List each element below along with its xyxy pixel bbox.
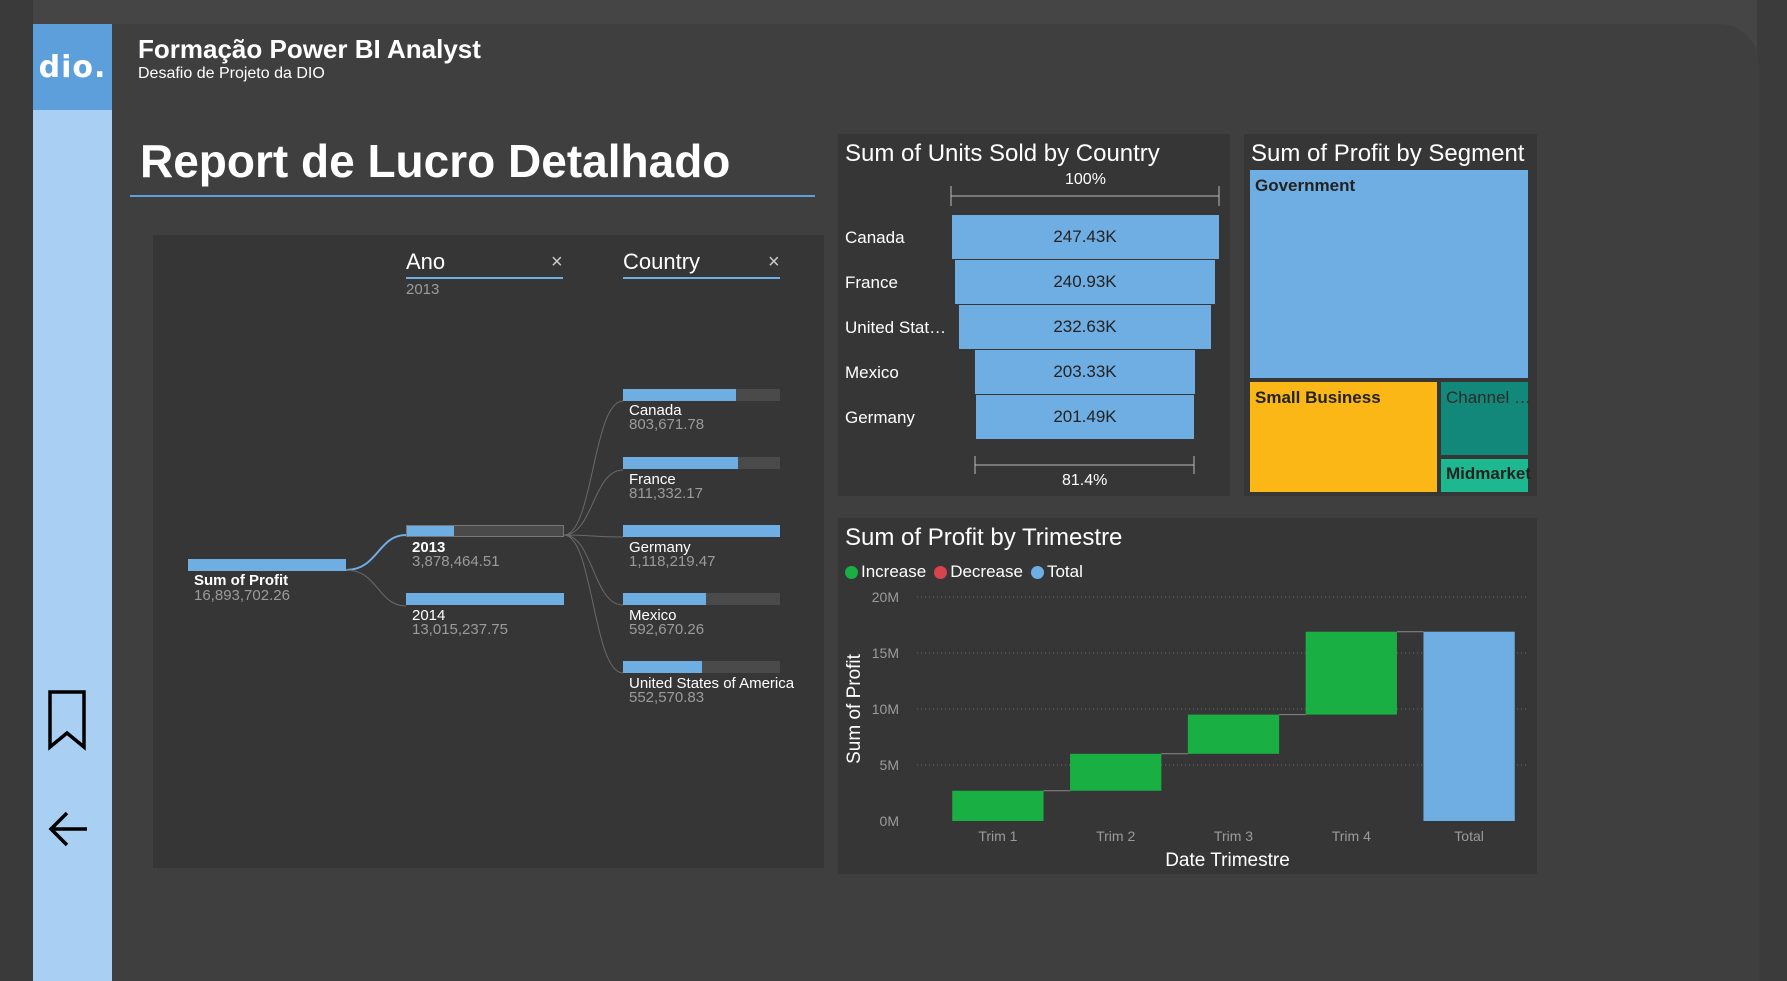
logo-text: dio. <box>38 49 107 85</box>
country-node-bar[interactable] <box>623 389 780 401</box>
country-node-fill <box>623 661 702 673</box>
funnel-bar-value: 240.93K <box>1053 272 1117 291</box>
treemap-tile-small-business[interactable]: Small Business <box>1248 380 1439 494</box>
funnel-bar[interactable]: 240.93K <box>955 260 1215 304</box>
x-tick-label: Total <box>1454 828 1484 844</box>
app-subtitle: Desafio de Projeto da DIO <box>138 65 325 82</box>
remove-level-ano-icon[interactable]: × <box>551 251 563 274</box>
y-tick-label: 10M <box>872 701 899 717</box>
country-node-fill <box>623 593 707 605</box>
treemap-title: Sum of Profit by Segment <box>1251 140 1525 167</box>
waterfall-plot: 0M 5M 10M 15M 20M Trim 1 Trim 2 Trim 3 Trim 4 Tot… <box>844 589 1528 871</box>
country-node-bar[interactable] <box>623 457 780 469</box>
bookmark-icon[interactable] <box>47 689 87 756</box>
funnel-bar-value: 203.33K <box>1053 362 1117 381</box>
year-node-fill <box>407 526 454 536</box>
funnel-label: France <box>845 273 898 292</box>
year-node-bar-2013[interactable] <box>406 525 564 537</box>
treemap-profit-by-segment[interactable]: Sum of Profit by Segment Government Smal… <box>1244 134 1537 496</box>
funnel-label: Germany <box>845 408 915 427</box>
level-selected-ano: 2013 <box>406 281 440 298</box>
country-node-fill <box>623 389 737 401</box>
country-node-bar[interactable] <box>623 661 780 673</box>
root-node-bar[interactable] <box>188 559 346 571</box>
root-node-fill <box>188 559 346 571</box>
y-tick-label: 0M <box>880 813 899 829</box>
root-node-value: 16,893,702.26 <box>194 587 290 604</box>
year-node-fill <box>406 593 564 605</box>
window-right-edge <box>1757 0 1787 981</box>
year-node-bar-2014[interactable] <box>406 593 564 605</box>
app-title: Formação Power BI Analyst <box>138 34 481 64</box>
remove-level-country-icon[interactable]: × <box>768 251 780 274</box>
level-header-ano: Ano <box>406 249 446 274</box>
level-header-country: Country <box>623 249 701 274</box>
title-underline <box>130 195 815 197</box>
waterfall-bar[interactable] <box>1070 753 1162 791</box>
funnel-bar-value: 247.43K <box>1053 227 1117 246</box>
funnel-bar-value: 201.49K <box>1053 407 1117 426</box>
funnel-bottom-pct: 81.4% <box>1062 472 1108 489</box>
country-node-value: 811,332.17 <box>629 485 703 502</box>
treemap-tile-channel[interactable]: Channel … <box>1439 380 1532 457</box>
country-node-value: 552,570.83 <box>629 689 705 706</box>
waterfall-bar[interactable] <box>1305 631 1397 715</box>
funnel-label: United Stat… <box>845 318 947 337</box>
page-title: Report de Lucro Detalhado <box>140 135 731 187</box>
country-node-fill <box>623 457 738 469</box>
decomposition-tree[interactable]: Ano × 2013 Country × Sum of Profit 16,89… <box>153 235 824 868</box>
waterfall-bar[interactable] <box>1187 714 1280 754</box>
x-tick-label: Trim 1 <box>978 828 1017 844</box>
x-axis-title: Date Trimestre <box>1165 850 1290 871</box>
funnel-units-by-country[interactable]: Sum of Units Sold by Country 100% Canada… <box>838 134 1230 496</box>
country-node-fill <box>623 525 780 537</box>
y-axis-title: Sum of Profit <box>844 653 865 764</box>
country-node-value: 803,671.78 <box>629 416 705 433</box>
treemap-tile-midmarket[interactable]: Midmarket <box>1439 457 1532 494</box>
x-tick-label: Trim 3 <box>1214 828 1253 844</box>
funnel-bar-value: 232.63K <box>1053 317 1117 336</box>
y-tick-label: 5M <box>880 757 899 773</box>
funnel-bar[interactable]: 232.63K <box>959 305 1211 349</box>
waterfall-profit-by-trimestre[interactable]: Sum of Profit by Trimestre Increase Decr… <box>838 518 1537 874</box>
year-node-value: 13,015,237.75 <box>412 621 508 638</box>
dio-logo[interactable]: dio. <box>33 24 112 110</box>
report-canvas: dio. Formação Power BI Analyst Desafio d… <box>33 24 1759 981</box>
treemap-tile-label: Midmarket <box>1446 464 1532 483</box>
treemap-tile-label: Government <box>1255 176 1356 195</box>
country-node-bar[interactable] <box>623 525 780 537</box>
sidebar-rail: dio. <box>33 24 112 981</box>
funnel-bar[interactable]: 201.49K <box>976 395 1194 439</box>
window-left-edge <box>0 0 33 981</box>
back-arrow-icon[interactable] <box>47 807 91 856</box>
country-node-value: 1,118,219.47 <box>629 553 716 570</box>
treemap-tile-government[interactable]: Government <box>1248 168 1530 380</box>
x-tick-label: Trim 2 <box>1096 828 1135 844</box>
y-tick-label: 15M <box>872 645 899 661</box>
funnel-bar[interactable]: 247.43K <box>951 215 1219 259</box>
x-tick-label: Trim 4 <box>1332 828 1371 844</box>
year-node-value: 3,878,464.51 <box>412 553 500 570</box>
level-header-underline <box>623 277 780 279</box>
level-header-underline <box>406 277 563 279</box>
country-node-value: 592,670.26 <box>629 621 705 638</box>
funnel-label: Mexico <box>845 363 899 382</box>
country-node-bar[interactable] <box>623 593 780 605</box>
funnel-label: Canada <box>845 228 905 247</box>
treemap-tile-label: Small Business <box>1255 388 1381 407</box>
treemap-tile-label: Channel … <box>1446 388 1532 407</box>
tree-connectors <box>345 400 624 674</box>
y-tick-label: 20M <box>872 589 899 605</box>
waterfall-bar[interactable] <box>1423 631 1515 821</box>
funnel-bar[interactable]: 203.33K <box>975 350 1195 394</box>
waterfall-bar[interactable] <box>952 790 1044 821</box>
